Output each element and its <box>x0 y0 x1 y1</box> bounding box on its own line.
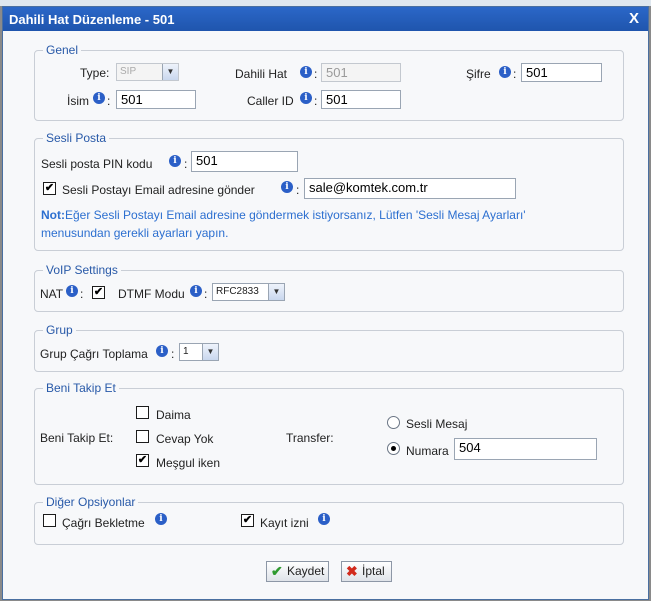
password-info-icon[interactable]: i <box>499 66 511 78</box>
follow-me-no-answer-checkbox[interactable] <box>136 430 149 443</box>
voicemail-note-line1: Eğer Sesli Postayı Email adresine gönder… <box>65 208 526 222</box>
transfer-label: Transfer: <box>286 431 334 445</box>
follow-me-busy-label: Meşgul iken <box>156 456 221 470</box>
nat-colon: : <box>80 287 84 301</box>
nat-label: NAT <box>40 287 64 301</box>
extension-colon: : <box>314 67 318 81</box>
transfer-number-radio[interactable] <box>387 442 400 455</box>
follow-me-always-checkbox[interactable] <box>136 406 149 419</box>
password-colon: : <box>513 67 517 81</box>
extension-info-icon[interactable]: i <box>300 66 312 78</box>
type-select-value: SIP <box>120 66 137 77</box>
password-input[interactable]: 501 <box>521 63 602 82</box>
call-waiting-label: Çağrı Bekletme <box>62 516 145 530</box>
group-pickup-colon: : <box>171 347 175 361</box>
call-waiting-checkbox[interactable] <box>43 514 56 527</box>
follow-me-no-answer-label: Cevap Yok <box>156 432 214 446</box>
group-pickup-info-icon[interactable]: i <box>156 345 168 357</box>
voicemail-legend: Sesli Posta <box>46 131 107 145</box>
voicemail-email-input[interactable]: sale@komtek.com.tr <box>304 178 516 199</box>
name-input[interactable]: 501 <box>116 90 196 109</box>
transfer-number-input[interactable]: 504 <box>454 438 597 460</box>
voip-legend: VoIP Settings <box>46 263 118 277</box>
general-legend: Genel <box>46 43 79 57</box>
dtmf-label: DTMF Modu <box>118 287 185 301</box>
group-legend: Grup <box>46 323 73 337</box>
voicemail-note-line2: menusundan gerekli ayarları yapın. <box>41 226 229 240</box>
caller-id-info-icon[interactable]: i <box>300 92 312 104</box>
nat-checkbox[interactable]: ✔ <box>92 286 105 299</box>
extension-label: Dahili Hat <box>235 67 288 81</box>
dtmf-select-value: RFC2833 <box>216 286 259 297</box>
close-icon[interactable]: X <box>629 10 639 27</box>
voicemail-email-colon: : <box>296 183 300 197</box>
record-info-icon[interactable]: i <box>318 513 330 525</box>
chevron-down-icon: ▼ <box>268 284 284 300</box>
chevron-down-icon: ▼ <box>162 64 178 80</box>
voicemail-pin-colon: : <box>184 157 188 171</box>
dialog-title-bar: Dahili Hat Düzenleme - 501 X <box>3 7 648 31</box>
voicemail-email-checkbox[interactable]: ✔ <box>43 182 56 195</box>
name-info-icon[interactable]: i <box>93 92 105 104</box>
caller-id-colon: : <box>314 94 318 108</box>
dialog-title: Dahili Hat Düzenleme - 501 <box>9 12 175 27</box>
caller-id-input[interactable]: 501 <box>321 90 401 109</box>
voicemail-email-label: Sesli Postayı Email adresine gönder <box>62 183 255 197</box>
cross-icon: ✖ <box>346 563 358 579</box>
follow-me-busy-checkbox[interactable]: ✔ <box>136 454 149 467</box>
transfer-number-label: Numara <box>406 444 449 458</box>
voicemail-pin-label: Sesli posta PIN kodu <box>41 157 153 171</box>
follow-me-legend: Beni Takip Et <box>46 381 116 395</box>
extension-input: 501 <box>321 63 401 82</box>
record-checkbox[interactable]: ✔ <box>241 514 254 527</box>
group-pickup-select[interactable]: 1 ▼ <box>179 343 219 361</box>
caller-id-label: Caller ID <box>247 94 294 108</box>
follow-me-label: Beni Takip Et: <box>40 431 114 445</box>
dtmf-colon: : <box>204 287 208 301</box>
save-button[interactable]: ✔ Kaydet <box>266 561 329 582</box>
group-pickup-label: Grup Çağrı Toplama <box>40 347 148 361</box>
voicemail-pin-input[interactable]: 501 <box>191 151 298 172</box>
chevron-down-icon: ▼ <box>202 344 218 360</box>
dtmf-select[interactable]: RFC2833 ▼ <box>212 283 285 301</box>
call-waiting-info-icon[interactable]: i <box>155 513 167 525</box>
dtmf-info-icon[interactable]: i <box>190 285 202 297</box>
nat-info-icon[interactable]: i <box>66 285 78 297</box>
voicemail-note-prefix: Not: <box>41 208 65 222</box>
name-label: İsim <box>67 94 89 108</box>
group-pickup-select-value: 1 <box>183 346 189 357</box>
edit-extension-dialog: Dahili Hat Düzenleme - 501 X Genel Type:… <box>2 6 649 600</box>
general-section: Genel <box>34 43 624 121</box>
voicemail-note: Not:Eğer Sesli Postayı Email adresine gö… <box>41 206 611 242</box>
cancel-button-label: İptal <box>362 564 385 578</box>
password-label: Şifre <box>466 67 491 81</box>
check-icon: ✔ <box>271 563 283 579</box>
type-label: Type: <box>80 66 110 80</box>
other-options-legend: Diğer Opsiyonlar <box>46 495 136 509</box>
save-button-label: Kaydet <box>287 564 325 578</box>
record-label: Kayıt izni <box>260 516 309 530</box>
type-select: SIP ▼ <box>116 63 179 81</box>
transfer-voicemail-label: Sesli Mesaj <box>406 417 468 431</box>
follow-me-always-label: Daima <box>156 408 191 422</box>
transfer-voicemail-radio[interactable] <box>387 416 400 429</box>
name-colon: : <box>107 94 111 108</box>
voicemail-pin-info-icon[interactable]: i <box>169 155 181 167</box>
cancel-button[interactable]: ✖ İptal <box>341 561 392 582</box>
voicemail-email-info-icon[interactable]: i <box>281 181 293 193</box>
